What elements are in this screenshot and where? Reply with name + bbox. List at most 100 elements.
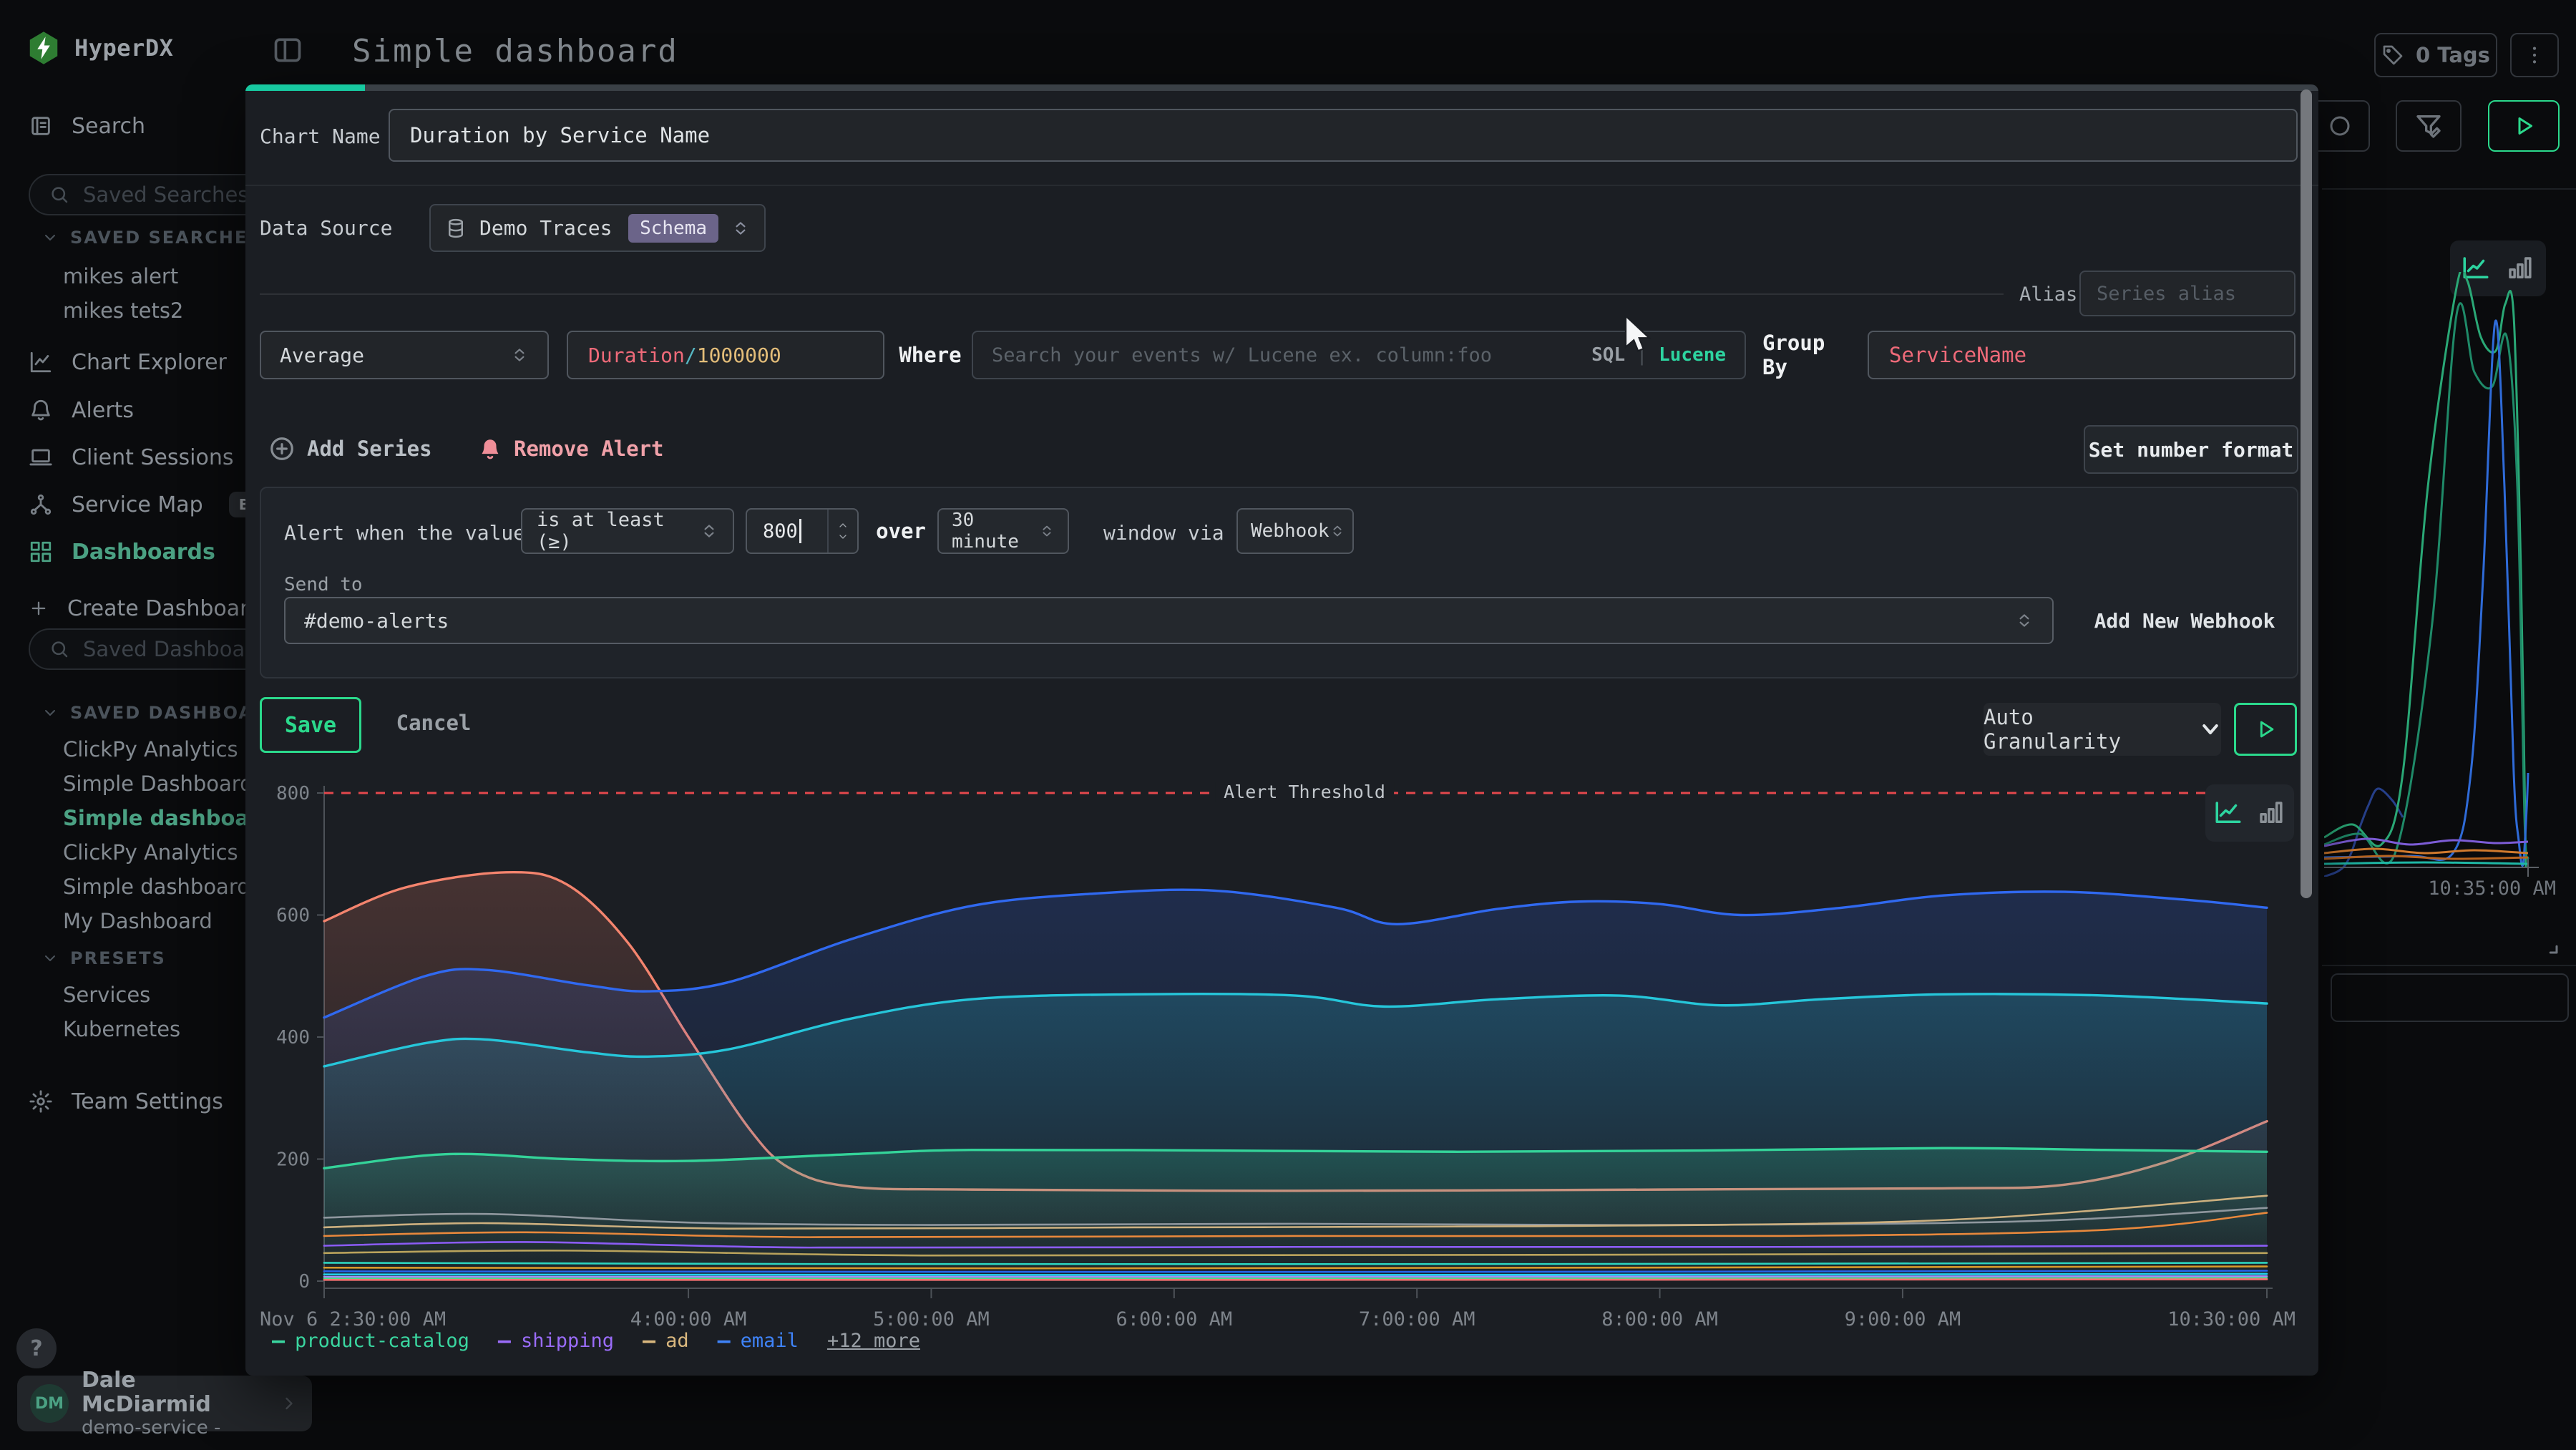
saved-dashboard-item[interactable]: ClickPy Analytics [63,734,238,765]
caret-down-icon[interactable] [835,531,851,542]
sidebar-item-dashboards[interactable]: Dashboards [29,535,215,569]
divider [245,185,2318,186]
saved-dashboard-item[interactable]: Simple dashboard [63,871,250,902]
line-chart-icon[interactable] [2213,798,2243,828]
legend-item: —shipping [498,1328,614,1353]
caret-up-icon[interactable] [835,520,851,531]
alert-condition-select[interactable]: is at least (≥) [521,508,734,554]
add-series-button[interactable]: Add Series [268,435,432,462]
set-number-format-button[interactable]: Set number format [2084,425,2298,474]
data-source-label: Data Source [260,216,392,240]
resize-handle-icon[interactable] [2539,935,2560,956]
tags-button[interactable]: 0 Tags [2374,33,2497,77]
plus-circle-icon [268,435,296,462]
alert-threshold-input[interactable]: 800 [746,508,859,554]
series-alias-input[interactable]: Series alias [2079,271,2296,316]
background-panel-placeholder [2331,973,2569,1022]
group-by-input[interactable]: ServiceName [1868,331,2296,379]
filter-button[interactable] [2396,100,2462,152]
svg-text:7:00:00 AM: 7:00:00 AM [1359,1308,1475,1330]
aggregation-function-select[interactable]: Average [260,331,549,379]
svg-text:600: 600 [276,905,310,927]
series-blue [324,890,2267,1018]
magnifier-icon [49,638,70,660]
time-range-button[interactable] [2310,100,2370,152]
chevron-right-icon [279,1393,299,1413]
data-source-select[interactable]: Demo Traces Schema [429,204,766,252]
select-chevrons-icon [700,519,718,543]
alert-config-panel: Alert when the value is at least (≥) 800… [260,487,2298,678]
sidebar-collapse-button[interactable] [272,34,303,66]
database-icon [445,218,467,239]
preset-item[interactable]: Kubernetes [63,1013,180,1045]
legend-item: —ad [643,1328,689,1353]
sidebar-item-chart-explorer[interactable]: Chart Explorer [29,345,227,379]
saved-dashboard-item[interactable]: Simple Dashboard [63,768,253,799]
dots-vertical-icon [2523,44,2546,67]
preview-run-button[interactable] [2234,703,2297,756]
svg-text:200: 200 [276,1149,310,1171]
lucene-toggle[interactable]: Lucene [1659,344,1726,366]
svg-text:9:00:00 AM: 9:00:00 AM [1845,1308,1961,1330]
saved-search-item[interactable]: mikes tets2 [63,295,183,326]
app-logo[interactable]: HyperDX [29,31,173,64]
series-teal [324,1262,2267,1264]
sidebar-item-search[interactable]: Search [29,109,145,143]
network-icon [29,492,53,517]
aggregation-field-input[interactable]: Duration/1000000 [567,331,884,379]
series-gray [324,1208,2267,1225]
alert-window-select[interactable]: 30 minute [937,508,1069,554]
create-dashboard-button[interactable]: Create Dashboard [29,591,262,626]
select-chevrons-icon [731,216,750,240]
user-name: Dale McDiarmid [82,1368,266,1418]
help-button[interactable]: ? [16,1328,57,1368]
schema-badge[interactable]: Schema [628,214,718,243]
svg-text:6:00:00 AM: 6:00:00 AM [1116,1308,1233,1330]
panel-divider [2322,188,2576,190]
sidebar-item-alerts[interactable]: Alerts [29,393,134,427]
more-menu-button[interactable] [2510,33,2559,77]
presets-header[interactable]: PRESETS [42,948,166,968]
field-numerator: Duration [588,344,685,367]
series-purple [324,1242,2267,1247]
chart-type-toggle[interactable] [2205,784,2294,842]
group-by-label: Group By [1762,331,1854,379]
run-query-button[interactable] [2488,100,2560,152]
chart-name-input[interactable]: Duration by Service Name [389,109,2298,162]
remove-alert-button[interactable]: Remove Alert [478,435,664,462]
background-mini-chart [2324,272,2567,877]
legend-more-link[interactable]: +12 more [827,1330,920,1352]
app-name: HyperDX [74,34,173,62]
saved-searches-header[interactable]: SAVED SEARCHES [42,228,262,248]
tag-icon [2381,44,2404,67]
number-stepper[interactable] [827,510,857,553]
legend-swatch: — [272,1328,285,1353]
alert-channel-select[interactable]: Webhook [1236,508,1354,554]
saved-dashboard-item[interactable]: Simple dashboard [63,802,274,834]
saved-dashboard-item[interactable]: My Dashboard [63,905,213,937]
legend-swatch: — [498,1328,511,1353]
select-chevrons-icon [1330,519,1345,543]
plus-icon [29,598,49,618]
modal-scrollbar[interactable] [2301,89,2312,898]
alert-threshold-label: Alert Threshold [1215,782,1394,802]
saved-dashboard-item[interactable]: ClickPy Analytics [63,837,238,868]
field-denominator: 1000000 [697,344,781,367]
chevron-down-icon [42,229,59,246]
cancel-button[interactable]: Cancel [387,697,480,749]
user-menu[interactable]: DM Dale McDiarmid demo-service - [17,1376,312,1431]
sql-toggle[interactable]: SQL [1591,344,1625,366]
save-button[interactable]: Save [260,697,361,753]
preset-item[interactable]: Services [63,979,150,1011]
series-salmon [324,872,2267,1191]
app-screen: HyperDX Search Saved Searches SAVED SEAR… [0,0,2576,1450]
granularity-select[interactable]: Auto Granularity [1984,703,2221,756]
svg-text:Nov 6 2:30:00 AM: Nov 6 2:30:00 AM [260,1308,446,1330]
add-new-webhook-button[interactable]: Add New Webhook [2077,597,2292,644]
saved-search-item[interactable]: mikes alert [63,261,178,292]
sidebar-item-client-sessions[interactable]: Client Sessions [29,440,233,475]
sidebar-item-team-settings[interactable]: Team Settings [29,1084,223,1119]
divider [260,293,2004,295]
send-to-select[interactable]: #demo-alerts [284,597,2054,644]
bar-chart-icon[interactable] [2256,798,2286,828]
